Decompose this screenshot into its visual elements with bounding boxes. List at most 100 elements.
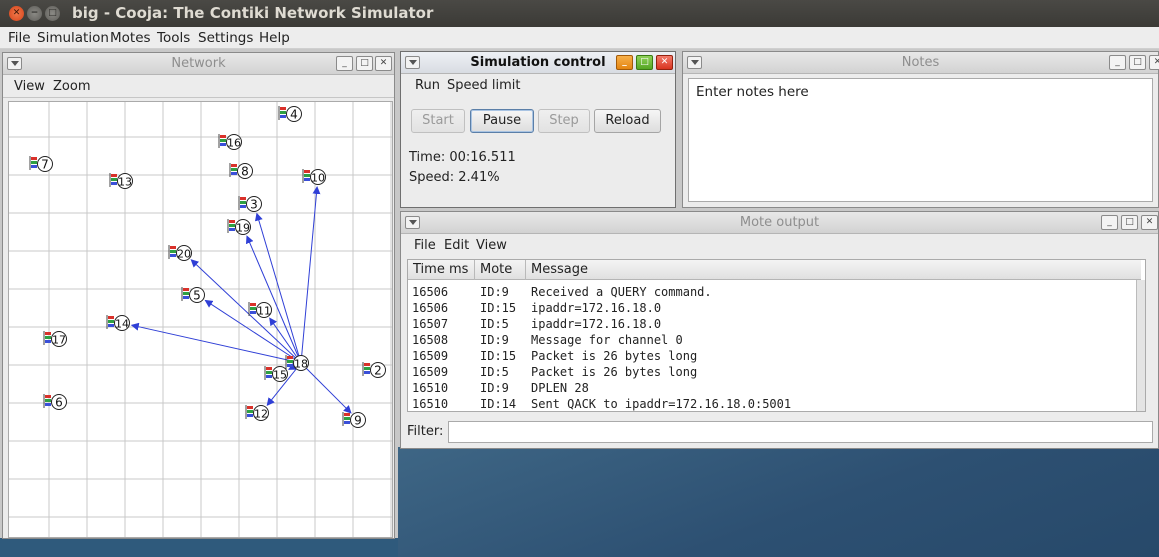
mote-icon: [218, 134, 226, 148]
minimize-icon[interactable]: _: [1101, 215, 1118, 230]
log-row[interactable]: 16510 ID:9 DPLEN 28: [408, 380, 1141, 396]
log-table[interactable]: Time ms Mote Message 16506 ID:9 Received a…: [407, 259, 1146, 412]
log-row[interactable]: 16507 ID:5 ipaddr=172.16.18.0: [408, 316, 1141, 332]
frame-menu-icon[interactable]: [7, 57, 22, 70]
main-menubar: File Simulation Motes Tools Settings Hel…: [0, 27, 1159, 49]
network-graph[interactable]: 1713164810319205111417181526129: [9, 102, 393, 538]
log-scrollbar[interactable]: [1136, 280, 1145, 411]
mote-icon: [362, 362, 370, 376]
mote-16[interactable]: 16: [218, 134, 242, 150]
close-icon[interactable]: ✕: [9, 6, 24, 21]
mote-15[interactable]: 15: [264, 366, 288, 382]
window-titlebar: ✕ − □ big - Cooja: The Contiki Network S…: [0, 0, 1159, 27]
simulation-control-window: Simulation control _ □ ✕ Run Speed limit…: [400, 51, 676, 208]
moteoutput-titlebar[interactable]: Mote output _ □ ✕: [401, 212, 1158, 234]
notes-window: Notes _ □ ✕ Enter notes here: [682, 51, 1159, 208]
log-time: 16509: [412, 349, 449, 363]
maximize-icon[interactable]: □: [45, 6, 60, 21]
mote-11[interactable]: 11: [248, 302, 272, 318]
frame-menu-icon[interactable]: [405, 56, 420, 69]
step-button[interactable]: Step: [538, 109, 590, 133]
mote-label: 2: [374, 364, 382, 378]
menu-simulation[interactable]: Simulation: [37, 30, 109, 46]
close-icon[interactable]: ✕: [1149, 55, 1159, 70]
mote-6[interactable]: 6: [43, 394, 67, 410]
log-row[interactable]: 16509 ID:15 Packet is 26 bytes long: [408, 348, 1141, 364]
start-button[interactable]: Start: [411, 109, 465, 133]
maximize-icon[interactable]: □: [1121, 215, 1138, 230]
simcontrol-menu-speed-limit[interactable]: Speed limit: [447, 78, 520, 93]
minimize-icon[interactable]: _: [336, 56, 353, 71]
maximize-icon[interactable]: □: [1129, 55, 1146, 70]
link-18-11: [269, 317, 302, 364]
maximize-icon[interactable]: □: [636, 55, 653, 70]
mote-4[interactable]: 4: [278, 106, 302, 122]
frame-menu-icon[interactable]: [405, 216, 420, 229]
mote-19[interactable]: 19: [227, 219, 251, 235]
close-icon[interactable]: ✕: [375, 56, 392, 71]
network-menu-view[interactable]: View: [14, 79, 45, 94]
mote-output-window: Mote output _ □ ✕ File Edit View Time ms…: [400, 211, 1159, 449]
mote-10[interactable]: 10: [302, 169, 326, 185]
moteoutput-menu-file[interactable]: File: [414, 238, 436, 253]
menu-settings[interactable]: Settings: [198, 30, 253, 46]
simulation-speed: Speed: 2.41%: [409, 170, 500, 185]
pause-button[interactable]: Pause: [470, 109, 534, 133]
log-time: 16510: [412, 397, 449, 411]
mote-3[interactable]: 3: [238, 196, 262, 212]
mote-icon: [109, 173, 117, 187]
menu-file[interactable]: File: [8, 30, 31, 46]
notes-textarea[interactable]: Enter notes here: [688, 78, 1153, 202]
maximize-icon[interactable]: □: [356, 56, 373, 71]
mote-17[interactable]: 17: [43, 331, 67, 347]
log-mote: ID:9: [480, 285, 509, 299]
mote-7[interactable]: 7: [29, 156, 53, 172]
mote-label: 14: [115, 318, 129, 331]
network-menu-zoom[interactable]: Zoom: [53, 79, 90, 94]
mote-14[interactable]: 14: [106, 315, 130, 331]
moteoutput-menu-view[interactable]: View: [476, 238, 507, 253]
network-title: Network: [171, 56, 226, 71]
menu-tools[interactable]: Tools: [157, 30, 190, 46]
moteoutput-menu-edit[interactable]: Edit: [444, 238, 469, 253]
mote-icon: [168, 245, 176, 259]
mote-20[interactable]: 20: [168, 245, 192, 261]
mote-5[interactable]: 5: [181, 287, 205, 303]
mote-9[interactable]: 9: [342, 412, 366, 428]
mote-18[interactable]: 18: [285, 355, 309, 371]
log-message: ipaddr=172.16.18.0: [531, 301, 662, 315]
simcontrol-menu-run[interactable]: Run: [415, 78, 440, 93]
log-row[interactable]: 16506 ID:15 ipaddr=172.16.18.0: [408, 300, 1141, 316]
notes-title: Notes: [901, 55, 940, 70]
reload-button[interactable]: Reload: [594, 109, 661, 133]
log-time: 16506: [412, 285, 449, 299]
column-mote[interactable]: Mote: [480, 262, 512, 277]
mote-icon: [264, 366, 272, 380]
close-icon[interactable]: ✕: [1141, 215, 1158, 230]
frame-menu-icon[interactable]: [687, 56, 702, 69]
log-row[interactable]: 16506 ID:9 Received a QUERY command.: [408, 284, 1141, 300]
filter-input[interactable]: [448, 421, 1153, 443]
log-row[interactable]: 16510 ID:14 Sent QACK to ipaddr=172.16.18.…: [408, 396, 1141, 411]
menu-help[interactable]: Help: [259, 30, 290, 46]
minimize-icon[interactable]: −: [27, 6, 42, 21]
mote-2[interactable]: 2: [362, 362, 386, 378]
mote-8[interactable]: 8: [229, 163, 253, 179]
menu-motes[interactable]: Motes: [110, 30, 151, 46]
minimize-icon[interactable]: _: [616, 55, 633, 70]
mote-icon: [245, 405, 253, 419]
log-row[interactable]: 16508 ID:9 Message for channel 0: [408, 332, 1141, 348]
notes-titlebar[interactable]: Notes _ □ ✕: [683, 52, 1159, 74]
minimize-icon[interactable]: _: [1109, 55, 1126, 70]
column-message[interactable]: Message: [531, 262, 588, 277]
column-time-ms[interactable]: Time ms: [413, 262, 468, 277]
log-row[interactable]: 16509 ID:5 Packet is 26 bytes long: [408, 364, 1141, 380]
mote-label: 7: [41, 158, 49, 172]
mote-13[interactable]: 13: [109, 173, 133, 189]
close-icon[interactable]: ✕: [656, 55, 673, 70]
network-titlebar[interactable]: Network _ □ ✕: [3, 53, 394, 75]
simcontrol-menubar: Run Speed limit: [401, 75, 675, 97]
simcontrol-titlebar[interactable]: Simulation control _ □ ✕: [401, 52, 675, 74]
network-canvas[interactable]: 1713164810319205111417181526129: [8, 101, 393, 538]
mote-12[interactable]: 12: [245, 405, 269, 421]
